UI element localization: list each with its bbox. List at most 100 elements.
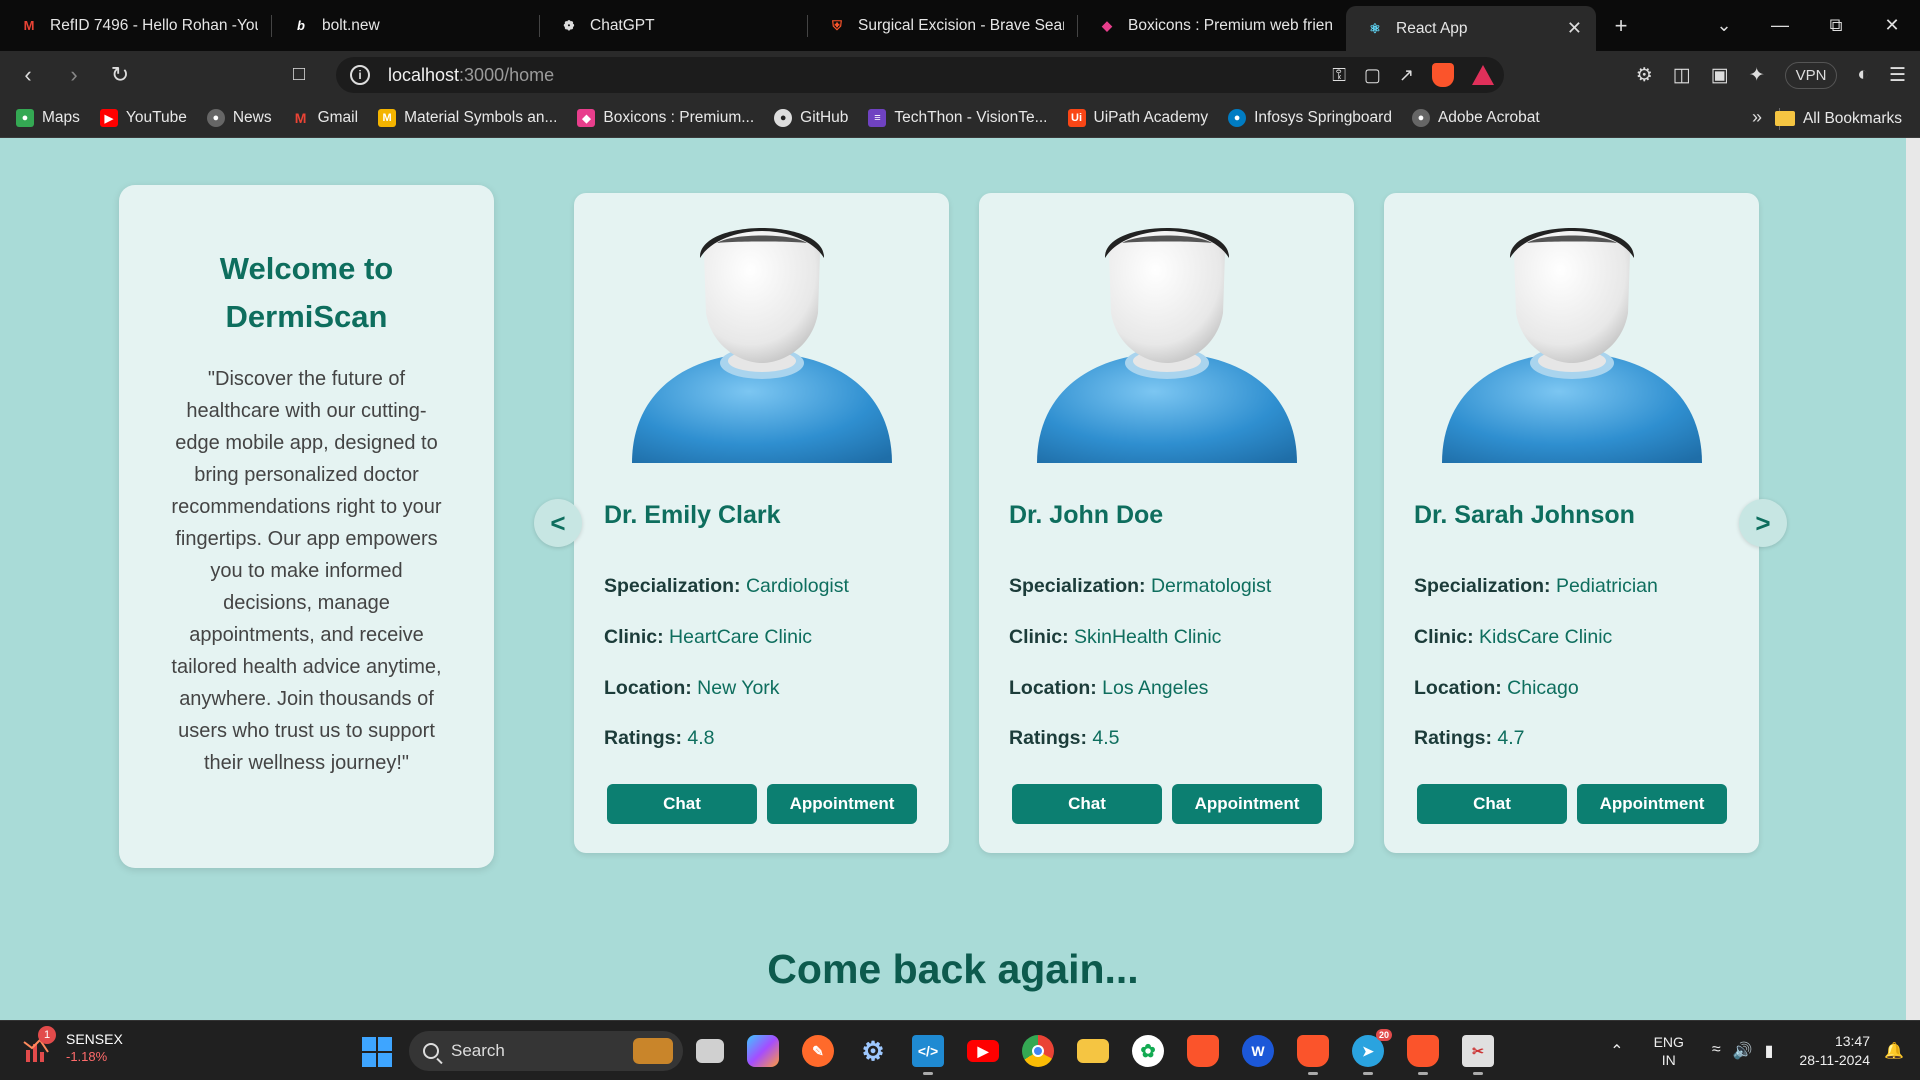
file-explorer-icon[interactable] — [1077, 1039, 1109, 1063]
vscode-icon[interactable]: </> — [912, 1035, 944, 1075]
settings-icon[interactable]: ⚙ — [857, 1035, 889, 1067]
tab-boxicons[interactable]: ◆ Boxicons : Premium web friendl — [1078, 0, 1346, 51]
tab-title: Surgical Excision - Brave Search — [858, 16, 1064, 34]
bookmark-label: Infosys Springboard — [1254, 109, 1392, 126]
widget-name: SENSEX — [66, 1031, 123, 1047]
bookmark-boxicons[interactable]: ◆ Boxicons : Premium... — [577, 109, 754, 127]
bookmark-material-symbols[interactable]: M Material Symbols an... — [378, 109, 557, 127]
tab-gmail[interactable]: M RefID 7496 - Hello Rohan -Your — [0, 0, 272, 51]
bookmark-techthon[interactable]: ≡ TechThon - VisionTe... — [868, 109, 1048, 127]
bookmark-label: YouTube — [125, 109, 187, 126]
field-label: Clinic: — [604, 626, 664, 648]
snipping-tool-icon[interactable]: ✂ — [1462, 1035, 1494, 1075]
reload-icon[interactable]: ↻ — [102, 62, 138, 88]
boxicons-icon: ◆ — [577, 109, 596, 127]
bookmark-news[interactable]: ● News — [206, 109, 272, 127]
tab-chatgpt[interactable]: ❁ ChatGPT — [540, 0, 808, 51]
restore-icon[interactable]: ⧉ — [1808, 15, 1864, 36]
back-icon[interactable]: ‹ — [10, 62, 46, 88]
search-highlight-icon — [633, 1038, 673, 1064]
tab-title: React App — [1396, 19, 1468, 37]
brave-rewards-icon[interactable] — [1472, 65, 1494, 85]
show-hidden-icons-chevron-icon[interactable]: ⌃ — [1610, 1041, 1623, 1061]
field-label: Clinic: — [1009, 626, 1069, 648]
webex-icon[interactable]: W — [1242, 1035, 1274, 1067]
leo-ai-icon[interactable]: ✦ — [1749, 64, 1765, 87]
bookmark-label: UiPath Academy — [1093, 109, 1209, 126]
doctor-rating: Ratings: 4.8 — [604, 727, 715, 750]
bookmark-gmail[interactable]: M Gmail — [292, 109, 358, 127]
carousel-prev-button[interactable]: < — [534, 499, 582, 547]
chat-button[interactable]: Chat — [607, 784, 757, 824]
stock-widget[interactable]: 1 SENSEX -1.18% — [22, 1026, 123, 1066]
share-icon[interactable]: ↗ — [1399, 65, 1414, 86]
doctor-avatar-icon — [1037, 228, 1297, 463]
telegram-icon[interactable]: ➤ 20 — [1352, 1029, 1392, 1075]
brave-beta-icon[interactable] — [1297, 1035, 1329, 1075]
close-window-icon[interactable]: ✕ — [1864, 15, 1920, 36]
system-clock[interactable]: 13:47 28-11-2024 — [1799, 1032, 1870, 1070]
youtube-app-icon[interactable]: ▶ — [967, 1040, 999, 1062]
close-tab-icon[interactable]: ✕ — [1567, 18, 1582, 39]
new-tab-button[interactable]: + — [1596, 13, 1646, 39]
theme-icon[interactable]: ◐ — [1857, 64, 1868, 86]
windows-start-icon[interactable] — [362, 1037, 392, 1067]
vpn-button[interactable]: VPN — [1784, 61, 1838, 89]
copilot-icon[interactable] — [747, 1035, 779, 1067]
brave-shields-icon[interactable] — [1432, 63, 1454, 87]
chat-button[interactable]: Chat — [1417, 784, 1567, 824]
sidebar-icon[interactable]: ◫ — [1673, 64, 1691, 87]
tab-bolt[interactable]: b bolt.new — [272, 0, 540, 51]
tab-react-app[interactable]: ⚛ React App ✕ — [1346, 6, 1596, 51]
field-value: 4.5 — [1092, 727, 1120, 749]
bookmark-adobe-acrobat[interactable]: ● Adobe Acrobat — [1411, 109, 1540, 127]
menu-icon[interactable]: ☰ — [1889, 64, 1906, 87]
bookmark-uipath[interactable]: Ui UiPath Academy — [1067, 109, 1209, 127]
chat-button[interactable]: Chat — [1012, 784, 1162, 824]
all-bookmarks-button[interactable]: All Bookmarks — [1774, 99, 1902, 138]
notification-bell-icon[interactable]: 🔔 — [1884, 1041, 1904, 1061]
taskbar-search[interactable]: Search — [409, 1031, 683, 1071]
tab-title: RefID 7496 - Hello Rohan -Your — [50, 16, 258, 34]
more-bookmarks-icon[interactable]: » — [1752, 107, 1762, 128]
minimize-icon[interactable]: — — [1752, 15, 1808, 36]
forward-icon[interactable]: › — [56, 62, 92, 88]
task-view-icon[interactable] — [696, 1039, 724, 1063]
battery-icon[interactable]: ▮ — [1765, 1041, 1774, 1061]
brave-icon[interactable] — [1187, 1035, 1219, 1067]
page-scrollbar[interactable] — [1906, 138, 1920, 1020]
bookmark-maps[interactable]: ● Maps — [16, 109, 80, 127]
doctor-avatar-icon — [632, 228, 892, 463]
site-info-icon[interactable]: i — [350, 65, 370, 85]
carousel-next-button[interactable]: > — [1739, 499, 1787, 547]
address-bar[interactable]: i localhost :3000/home ⚿ ▢ ↗ — [336, 57, 1504, 93]
telegram-badge: 20 — [1375, 1029, 1392, 1041]
tab-brave-search[interactable]: ⛨ Surgical Excision - Brave Search — [808, 0, 1078, 51]
doctor-name: Dr. Emily Clark — [604, 501, 781, 529]
extensions-icon[interactable]: ⚙ — [1636, 64, 1653, 87]
volume-icon[interactable]: 🔊 — [1733, 1041, 1753, 1061]
language-indicator[interactable]: ENG IN — [1654, 1033, 1684, 1069]
pencil-app-icon[interactable]: ✎ — [802, 1035, 834, 1067]
field-label: Specialization: — [1009, 575, 1146, 597]
globe-icon: ● — [1411, 109, 1430, 127]
bookmark-page-icon[interactable]: □ — [293, 63, 305, 86]
bookmark-label: Material Symbols an... — [404, 109, 558, 126]
tab-search-chevron-icon[interactable]: ⌄ — [1696, 15, 1752, 36]
mongodb-icon[interactable]: ✿ — [1132, 1035, 1164, 1067]
chrome-icon[interactable] — [1022, 1035, 1054, 1067]
cast-icon[interactable]: ▢ — [1364, 65, 1381, 86]
appointment-button[interactable]: Appointment — [767, 784, 917, 824]
bookmark-youtube[interactable]: ▶ YouTube — [99, 109, 187, 127]
bookmark-github[interactable]: ● GitHub — [774, 109, 848, 127]
appointment-button[interactable]: Appointment — [1577, 784, 1727, 824]
brave-nightly-icon[interactable] — [1407, 1035, 1439, 1075]
bookmark-infosys[interactable]: ● Infosys Springboard — [1228, 109, 1392, 127]
field-label: Specialization: — [604, 575, 741, 597]
wallet-icon[interactable]: ▣ — [1711, 64, 1729, 87]
wifi-icon[interactable]: ≈ — [1712, 1041, 1721, 1061]
field-value: New York — [697, 677, 780, 699]
doctor-card: Dr. Sarah Johnson Specialization: Pediat… — [1384, 193, 1759, 853]
appointment-button[interactable]: Appointment — [1172, 784, 1322, 824]
key-icon[interactable]: ⚿ — [1332, 65, 1346, 86]
